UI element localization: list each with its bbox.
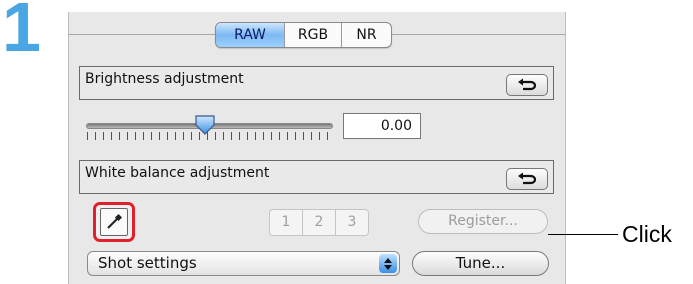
click-white-balance-button[interactable]	[93, 202, 135, 242]
undo-arrow-icon	[518, 172, 537, 185]
step-number: 1	[2, 0, 41, 66]
raw-adjust-panel	[68, 12, 566, 284]
undo-arrow-icon	[518, 78, 537, 91]
white-balance-select-value: Shot settings	[98, 254, 197, 272]
custom-wb-1-button[interactable]: 1	[270, 210, 303, 235]
custom-wb-2-button[interactable]: 2	[303, 210, 336, 235]
eyedropper-icon	[107, 213, 123, 229]
tab-nr[interactable]: NR	[342, 23, 391, 47]
register-button[interactable]: Register...	[418, 209, 548, 234]
custom-wb-buttons: 1 2 3	[269, 209, 369, 236]
white-balance-select[interactable]: Shot settings	[87, 251, 400, 276]
brightness-slider-thumb[interactable]	[194, 114, 216, 136]
tab-raw[interactable]: RAW	[216, 23, 285, 47]
tab-bar: RAW RGB NR	[215, 22, 392, 48]
brightness-value-field[interactable]: 0.00	[343, 113, 421, 139]
tab-rgb[interactable]: RGB	[285, 23, 342, 47]
brightness-label: Brightness adjustment	[85, 71, 244, 87]
tune-button[interactable]: Tune...	[412, 251, 549, 276]
white-balance-reset-button[interactable]	[506, 168, 548, 190]
white-balance-label: White balance adjustment	[85, 165, 270, 181]
custom-wb-3-button[interactable]: 3	[336, 210, 368, 235]
callout-label: Click	[622, 221, 672, 247]
brightness-group: Brightness adjustment	[79, 66, 554, 100]
brightness-reset-button[interactable]	[506, 74, 548, 96]
eyedropper-button-face	[100, 208, 128, 236]
updown-arrows-icon	[379, 254, 397, 273]
callout-leader-line	[548, 234, 618, 235]
white-balance-group: White balance adjustment	[79, 160, 554, 194]
